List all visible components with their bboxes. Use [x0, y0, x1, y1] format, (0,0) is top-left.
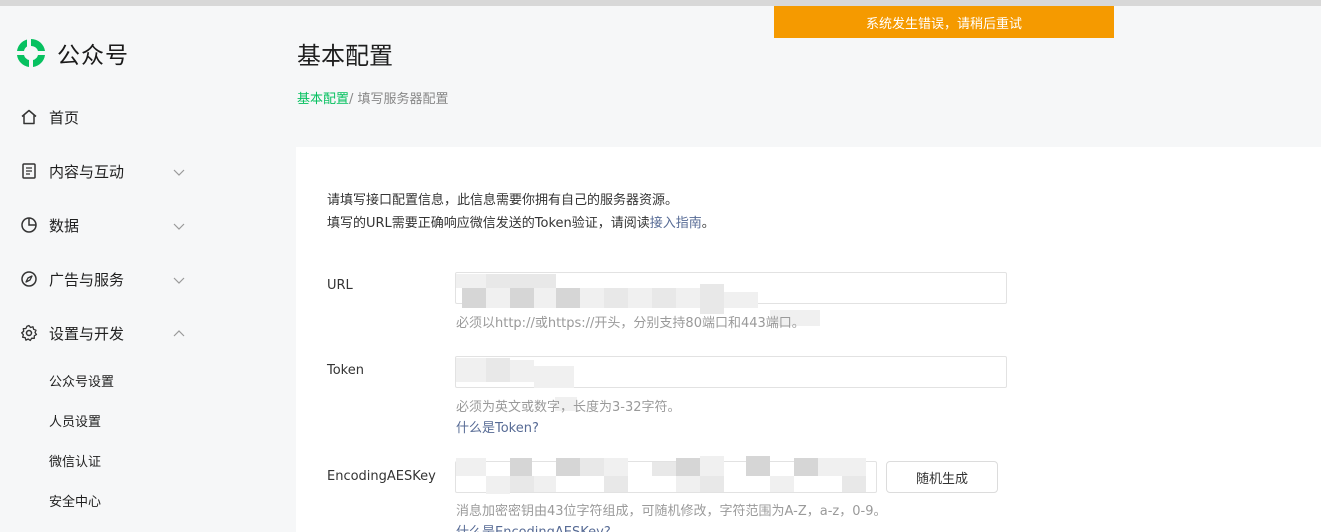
- app-logo[interactable]: 公众号: [14, 36, 129, 70]
- sidebar-item-ads-services[interactable]: 广告与服务: [0, 259, 220, 299]
- sidebar-item-data[interactable]: 数据: [0, 205, 220, 245]
- sidebar-subitem-wechat-verification[interactable]: 微信认证: [49, 451, 101, 470]
- home-icon: [20, 108, 38, 126]
- error-toast: 系统发生错误，请稍后重试: [774, 6, 1114, 38]
- url-hint: 必须以http://或https://开头，分别支持80端口和443端口。: [456, 316, 805, 331]
- intro-line-2-text: 填写的URL需要正确响应微信发送的Token验证，请阅读: [327, 216, 650, 231]
- chevron-down-icon: [172, 272, 186, 286]
- what-is-token-link[interactable]: 什么是Token?: [456, 417, 539, 436]
- chevron-down-icon: [172, 218, 186, 232]
- wechat-official-logo-icon: [17, 38, 45, 67]
- token-hint: 必须为英文或数字，长度为3-32字符。: [456, 400, 681, 415]
- page-title: 基本配置: [297, 42, 393, 70]
- sidebar-item-settings-dev[interactable]: 设置与开发: [0, 313, 220, 353]
- aeskey-hint: 消息加密密钥由43位字符组成，可随机修改，字符范围为A-Z，a-z，0-9。: [456, 504, 887, 519]
- app-name: 公众号: [57, 43, 129, 69]
- intro-line-2-suffix: 。: [701, 216, 715, 231]
- sidebar-item-label: 内容与互动: [49, 162, 125, 181]
- pie-chart-icon: [20, 216, 38, 234]
- intro-line-2: 填写的URL需要正确响应微信发送的Token验证，请阅读接入指南。: [327, 212, 715, 231]
- url-label: URL: [327, 278, 353, 293]
- random-generate-button[interactable]: 随机生成: [886, 461, 998, 493]
- sidebar-item-label: 广告与服务: [49, 270, 125, 289]
- sidebar-subitem-staff-settings[interactable]: 人员设置: [49, 411, 101, 430]
- sidebar-item-label: 设置与开发: [49, 324, 125, 343]
- document-icon: [20, 162, 38, 180]
- breadcrumb: 基本配置/ 填写服务器配置: [297, 88, 449, 107]
- sidebar-item-home[interactable]: 首页: [0, 97, 220, 137]
- breadcrumb-current: / 填写服务器配置: [349, 92, 449, 107]
- sidebar-subitem-security-center[interactable]: 安全中心: [49, 491, 101, 510]
- sidebar-item-content[interactable]: 内容与互动: [0, 151, 220, 191]
- intro-line-1: 请填写接口配置信息，此信息需要你拥有自己的服务器资源。: [327, 193, 679, 208]
- sidebar-item-label: 首页: [49, 108, 80, 127]
- sidebar-subitem-account-settings[interactable]: 公众号设置: [49, 371, 114, 390]
- token-label: Token: [327, 363, 364, 378]
- breadcrumb-link-basic-config[interactable]: 基本配置: [297, 92, 349, 107]
- compass-icon: [20, 270, 38, 288]
- chevron-down-icon: [172, 164, 186, 178]
- access-guide-link[interactable]: 接入指南: [650, 216, 702, 231]
- chevron-up-icon: [172, 326, 186, 340]
- gear-icon: [20, 324, 38, 342]
- what-is-aeskey-link[interactable]: 什么是EncodingAESKey?: [456, 521, 611, 532]
- sidebar-item-label: 数据: [49, 216, 80, 235]
- aeskey-label: EncodingAESKey: [327, 469, 436, 484]
